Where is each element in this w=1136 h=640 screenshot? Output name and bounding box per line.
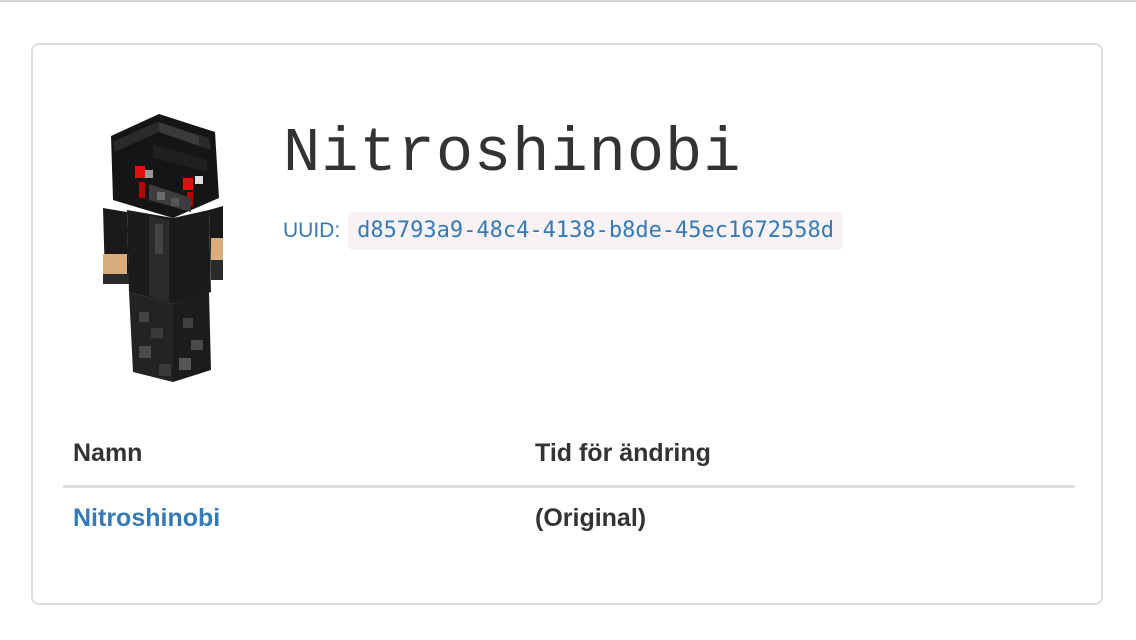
table-row: Nitroshinobi (Original) (63, 488, 1075, 548)
name-history-table: Namn Tid för ändring Nitroshinobi (Origi… (63, 423, 1075, 548)
history-name-link[interactable]: Nitroshinobi (73, 488, 220, 548)
uuid-label: UUID: (283, 219, 341, 242)
top-border-line (0, 0, 1136, 2)
header-name: Namn (73, 439, 143, 467)
player-name-heading: Nitroshinobi (283, 118, 742, 189)
history-changed-at: (Original) (535, 504, 647, 532)
uuid-value[interactable]: d85793a9-48c4-4138-b8de-45ec1672558d (348, 212, 843, 250)
table-header-row: Namn Tid för ändring (63, 423, 1075, 488)
skin-avatar-icon (99, 114, 225, 386)
uuid-row: UUID: d85793a9-48c4-4138-b8de-45ec167255… (283, 211, 843, 251)
header-changed-at: Tid för ändring (535, 439, 711, 467)
profile-card: Nitroshinobi UUID: d85793a9-48c4-4138-b8… (31, 43, 1103, 605)
